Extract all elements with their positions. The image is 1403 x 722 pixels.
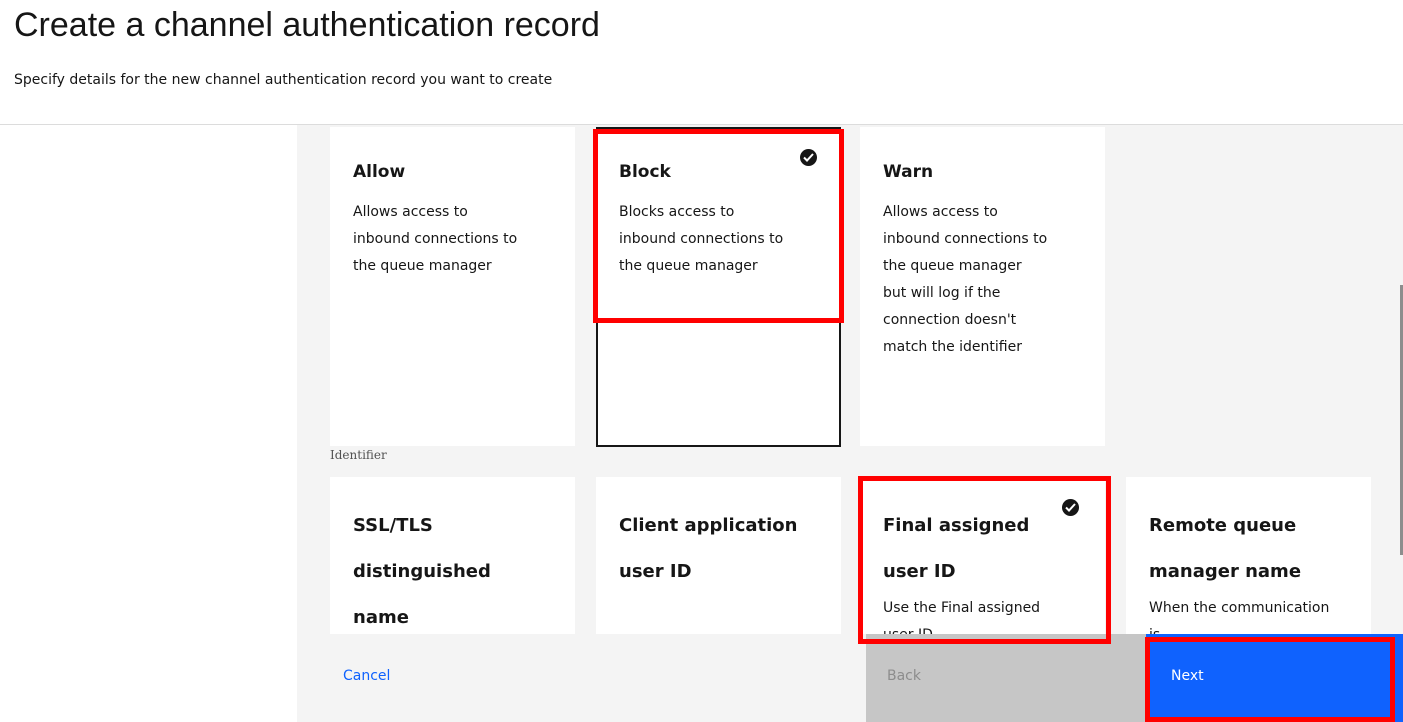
page-subtitle: Specify details for the new channel auth… (14, 72, 553, 88)
next-button-label: Next (1171, 668, 1204, 684)
back-button[interactable]: Back (866, 634, 1146, 722)
tile-warn[interactable]: Warn Allows access to inbound connection… (860, 127, 1105, 446)
tile-title: Final assigned user ID (883, 515, 1030, 582)
cancel-button[interactable]: Cancel (297, 634, 866, 722)
back-button-label: Back (887, 668, 921, 684)
tile-title: Block (619, 162, 671, 182)
cancel-button-label: Cancel (343, 668, 391, 684)
tile-title: Client application user ID (619, 515, 798, 582)
tile-description: Blocks access to inbound connections to … (619, 204, 784, 274)
tile-description: Allows access to inbound connections to … (883, 204, 1048, 355)
tile-block[interactable]: Block Blocks access to inbound connectio… (596, 127, 841, 447)
tile-title: Allow (353, 162, 406, 182)
tile-title: SSL/TLS distinguished name (353, 515, 491, 628)
tile-description: Allows access to inbound connections to … (353, 204, 518, 274)
tile-allow[interactable]: Allow Allows access to inbound connectio… (330, 127, 575, 446)
next-button[interactable]: Next (1146, 634, 1403, 722)
wizard-content: Allow Allows access to inbound connectio… (297, 125, 1403, 722)
page-header: Create a channel authentication record S… (0, 0, 1403, 124)
tile-title: Warn (883, 162, 934, 182)
tile-title: Remote queue manager name (1149, 515, 1302, 582)
checkmark-filled-icon (800, 149, 817, 166)
page-title: Create a channel authentication record (14, 6, 600, 44)
wizard-footer: Cancel Back Next (297, 634, 1403, 722)
identifier-label: Identifier (330, 448, 387, 462)
